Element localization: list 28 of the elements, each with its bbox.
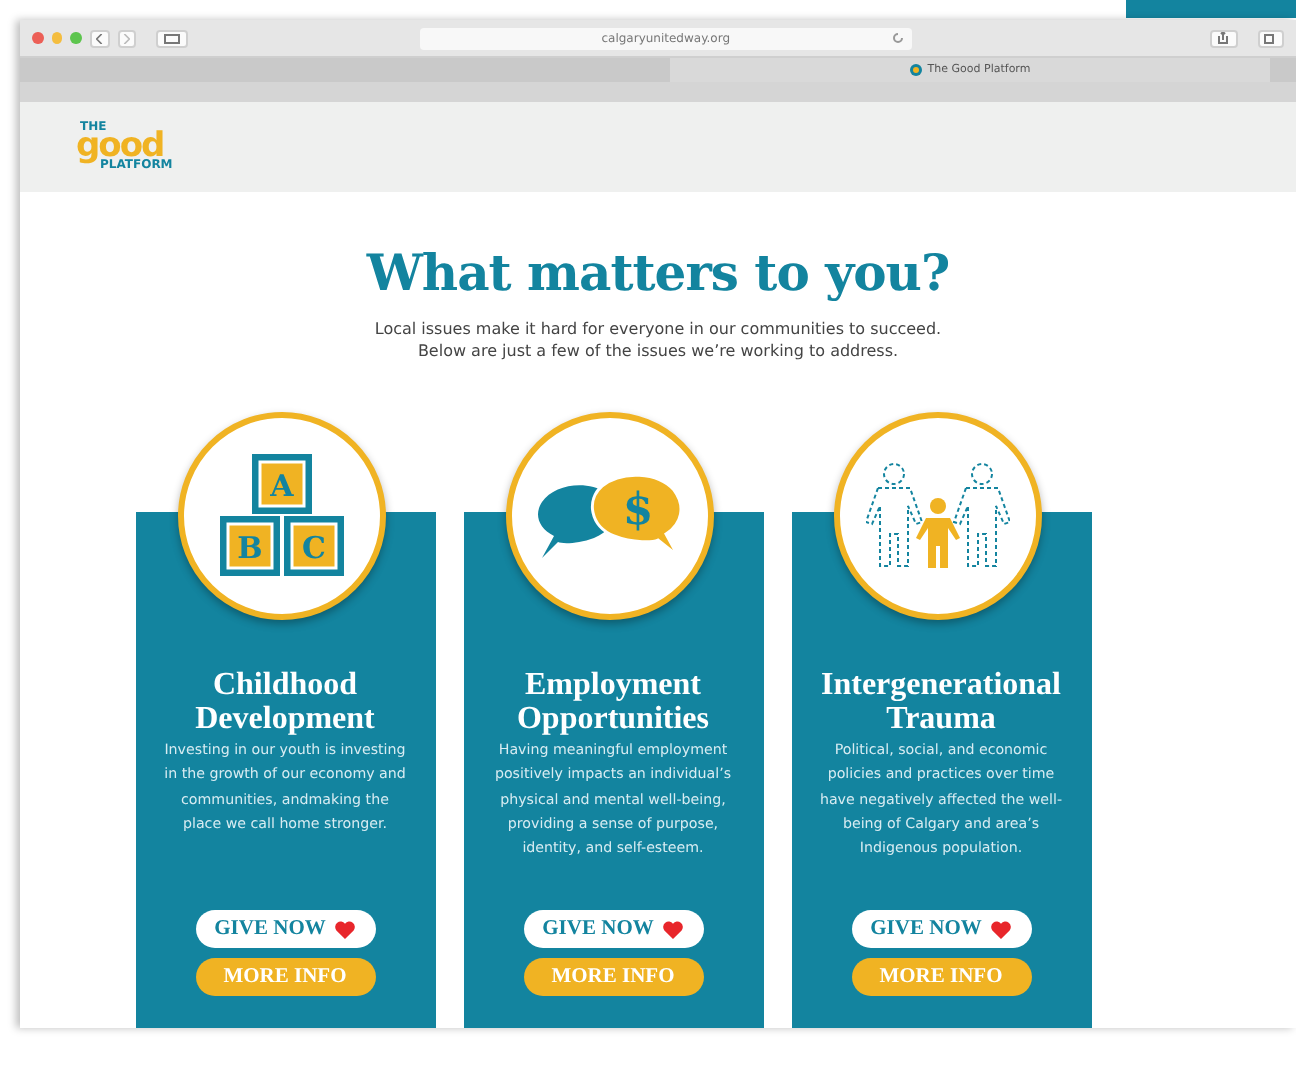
close-button[interactable] [32, 32, 44, 44]
share-icon [1218, 32, 1229, 44]
chevron-left-icon [95, 33, 104, 43]
reload-icon[interactable] [892, 32, 905, 44]
give-now-button[interactable]: GIVE NOW [523, 910, 703, 948]
zoom-button[interactable] [70, 32, 83, 44]
back-button[interactable] [90, 29, 110, 47]
card-title: Employment Opportunities [514, 668, 711, 736]
site-favicon-icon [909, 64, 922, 76]
minimize-button[interactable] [51, 32, 63, 44]
tabs-icon [1264, 32, 1277, 44]
give-now-button[interactable]: GIVE NOW [195, 910, 375, 948]
chevron-right-icon [122, 33, 131, 43]
card-title: Intergenerational Trauma [819, 668, 1063, 736]
heart-icon [333, 919, 356, 939]
share-button[interactable] [1210, 29, 1238, 47]
family-icon [865, 462, 1009, 570]
forward-button[interactable] [117, 29, 137, 47]
page-heading: What matters to you? [366, 244, 950, 302]
sidebar-icon [163, 33, 180, 43]
tabs-button[interactable] [1257, 29, 1284, 47]
heart-icon [661, 919, 684, 939]
intro-text: Local issues make it hard for everyone in our communities to succeed. [374, 318, 942, 340]
heart-icon [989, 919, 1012, 939]
intro-text: Below are just a few of the issues we’re working to address. [417, 340, 899, 362]
give-now-button[interactable]: GIVE NOW [851, 910, 1031, 948]
sidebar-button[interactable] [156, 29, 188, 47]
card-title: Childhood Development [193, 668, 377, 736]
